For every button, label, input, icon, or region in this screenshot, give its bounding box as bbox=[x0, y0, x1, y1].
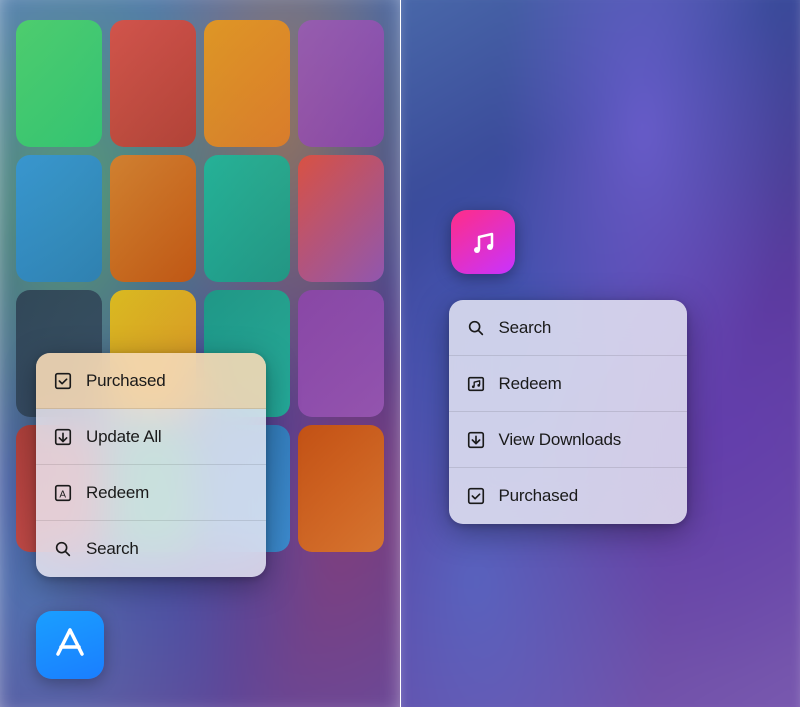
update-icon bbox=[52, 426, 74, 448]
right-menu-item-redeem[interactable]: Redeem bbox=[449, 356, 687, 412]
right-menu-item-search[interactable]: Search bbox=[449, 300, 687, 356]
right-menu-label-view-downloads: View Downloads bbox=[499, 430, 622, 450]
left-menu-label-purchased: Purchased bbox=[86, 371, 165, 391]
right-menu-item-view-downloads[interactable]: View Downloads bbox=[449, 412, 687, 468]
left-menu-item-purchased[interactable]: Purchased bbox=[36, 353, 266, 409]
left-menu-label-search: Search bbox=[86, 539, 139, 559]
right-menu-label-redeem: Redeem bbox=[499, 374, 562, 394]
svg-text:A: A bbox=[59, 489, 66, 500]
left-panel: Purchased Update All A Redeem bbox=[0, 0, 400, 707]
search-icon-left bbox=[52, 538, 74, 560]
redeem-music-icon bbox=[465, 373, 487, 395]
right-panel: Search Redeem Vie bbox=[401, 0, 800, 707]
left-menu-label-update-all: Update All bbox=[86, 427, 162, 447]
appstore-dock-icon[interactable] bbox=[36, 611, 104, 679]
right-menu-label-search: Search bbox=[499, 318, 552, 338]
purchased-icon-right bbox=[465, 485, 487, 507]
search-icon-right bbox=[465, 317, 487, 339]
right-menu-label-purchased: Purchased bbox=[499, 486, 578, 506]
itunes-app-icon[interactable] bbox=[451, 210, 515, 274]
left-menu-label-redeem: Redeem bbox=[86, 483, 149, 503]
download-icon bbox=[465, 429, 487, 451]
left-menu-item-search[interactable]: Search bbox=[36, 521, 266, 577]
left-menu-item-update-all[interactable]: Update All bbox=[36, 409, 266, 465]
right-context-menu: Search Redeem Vie bbox=[449, 300, 687, 524]
purchased-icon bbox=[52, 370, 74, 392]
redeem-icon: A bbox=[52, 482, 74, 504]
right-menu-item-purchased[interactable]: Purchased bbox=[449, 468, 687, 524]
left-menu-item-redeem[interactable]: A Redeem bbox=[36, 465, 266, 521]
left-context-menu: Purchased Update All A Redeem bbox=[36, 353, 266, 577]
